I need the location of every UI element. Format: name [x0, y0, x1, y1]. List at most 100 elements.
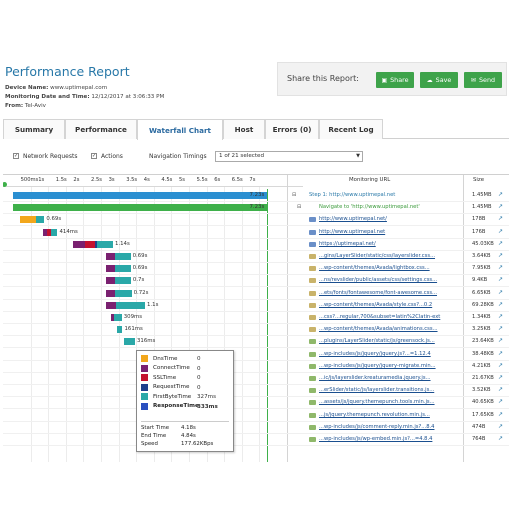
trend-chart-icon[interactable]: ↗ — [498, 215, 503, 222]
navigate-label: Navigate to 'http://www.uptimepal.net' — [319, 204, 420, 211]
tab-summary[interactable]: Summary — [3, 119, 65, 139]
request-url-link[interactable]: ...wp-includes/js/wp-embed.min.js?...=4.… — [319, 436, 432, 442]
trend-chart-icon[interactable]: ↗ — [498, 301, 503, 308]
request-url-link[interactable]: ...erSlider/static/js/layerslider.transi… — [319, 387, 434, 393]
request-timing-segment[interactable] — [115, 289, 132, 297]
tab-performance[interactable]: Performance — [65, 119, 137, 139]
trend-chart-icon[interactable]: ↗ — [498, 411, 503, 418]
request-timing-segment[interactable] — [116, 326, 123, 334]
legend-value: 0 — [197, 384, 201, 391]
request-size: 1.45MB — [472, 204, 492, 211]
trend-chart-icon[interactable]: ↗ — [498, 423, 503, 430]
trend-chart-icon[interactable]: ↗ — [498, 313, 503, 320]
request-timing-segment[interactable] — [96, 240, 113, 248]
request-timing-segment[interactable] — [114, 253, 131, 260]
request-url-link[interactable]: ...ic/js/layerslider.kreaturamedia.jquer… — [319, 375, 431, 381]
request-url-link[interactable]: ...assets/js/jquery.themepunch.tools.min… — [319, 399, 435, 405]
request-size: 7.95KB — [472, 265, 491, 272]
request-timing-segment[interactable] — [106, 265, 115, 273]
request-url-link[interactable]: ...plugins/LayerSlider/static/js/greenso… — [319, 338, 435, 344]
actions-checkbox[interactable]: ✓ — [91, 153, 97, 159]
request-url-link[interactable]: ...js/jquery.themepunch.revolution.min.j… — [319, 412, 430, 418]
trend-chart-icon[interactable]: ↗ — [498, 240, 503, 247]
tab-errors[interactable]: Errors (0) — [265, 119, 319, 139]
request-url-link[interactable]: ...wp-includes/js/comment-reply.min.js?.… — [319, 424, 434, 430]
trend-chart-icon[interactable]: ↗ — [498, 350, 503, 357]
expand-icon[interactable]: ⊟ — [297, 204, 301, 210]
script-icon — [309, 363, 316, 369]
request-url-link[interactable]: ...wp-includes/js/jquery/jquery.js?...=1… — [319, 351, 431, 357]
request-size: 3.52KB — [472, 387, 491, 394]
request-timing-segment[interactable] — [114, 277, 131, 285]
bar-duration-label: 0.69s — [132, 265, 148, 272]
tooltip-legend-item: FirstByteTime — [141, 393, 191, 400]
trend-chart-icon[interactable]: ↗ — [498, 228, 503, 235]
step-timing-bar[interactable] — [13, 192, 268, 199]
request-size: 3.25KB — [472, 326, 491, 333]
trend-chart-icon[interactable]: ↗ — [498, 337, 503, 344]
request-timing-segment[interactable] — [84, 240, 95, 248]
navigate-timing-bar[interactable] — [13, 204, 268, 212]
request-url-link[interactable]: ...wp-includes/js/jquery/jquery-migrate.… — [319, 363, 436, 369]
tab-recent-log[interactable]: Recent Log — [319, 119, 383, 139]
request-timing-segment[interactable] — [114, 265, 131, 273]
network-requests-checkbox[interactable]: ✓ — [13, 153, 19, 159]
request-timing-segment[interactable] — [20, 216, 36, 224]
stylesheet-icon — [309, 278, 316, 284]
trend-chart-icon[interactable]: ↗ — [498, 276, 503, 283]
time-tick-label: 3.5s — [126, 177, 138, 183]
share-button[interactable]: ▣ Share — [376, 72, 414, 88]
row-divider — [3, 335, 509, 337]
bar-duration-label: 161ms — [124, 326, 143, 333]
request-timing-segment[interactable] — [113, 314, 122, 321]
request-timing-segment[interactable] — [106, 253, 115, 260]
request-url-link[interactable]: ...wp-content/themes/Avada/animations.cs… — [319, 326, 438, 332]
request-timing-segment[interactable] — [35, 216, 45, 224]
expand-icon[interactable]: ⊟ — [292, 192, 296, 198]
trend-chart-icon[interactable]: ↗ — [498, 191, 503, 198]
request-timing-segment[interactable] — [72, 240, 85, 248]
stylesheet-icon — [309, 302, 316, 308]
navigation-timings-label: Navigation Timings — [149, 153, 207, 160]
trend-chart-icon[interactable]: ↗ — [498, 362, 503, 369]
trend-chart-icon[interactable]: ↗ — [498, 398, 503, 405]
request-timing-segment[interactable] — [106, 301, 116, 309]
request-size: 6.65KB — [472, 289, 491, 296]
request-timing-segment[interactable] — [106, 277, 115, 285]
tab-host[interactable]: Host — [223, 119, 265, 139]
request-url-link[interactable]: ...wp-content/themes/Avada/style.css?...… — [319, 302, 432, 308]
request-timing-segment[interactable] — [123, 338, 135, 346]
bar-duration-label: 7.23s — [249, 192, 265, 198]
request-url-link[interactable]: ...gins/LayerSlider/static/css/layerslid… — [319, 253, 435, 259]
trend-chart-icon[interactable]: ↗ — [498, 435, 503, 442]
request-timing-segment[interactable] — [115, 301, 145, 309]
legend-swatch — [141, 402, 148, 410]
row-divider — [3, 298, 509, 300]
time-tick-label: 5s — [179, 177, 186, 183]
envelope-icon: ✉ — [470, 76, 476, 84]
trend-chart-icon[interactable]: ↗ — [498, 325, 503, 332]
request-url-link[interactable]: http://www.uptimepal.net — [319, 229, 385, 235]
trend-chart-icon[interactable]: ↗ — [498, 289, 503, 296]
request-url-link[interactable]: https://uptimepal.net/ — [319, 241, 376, 247]
request-url-link[interactable]: ...ets/fonts/fontawesome/font-awesome.cs… — [319, 290, 437, 296]
request-url-link[interactable]: ...ns/revslider/public/assets/css/settin… — [319, 277, 437, 283]
request-url-link[interactable]: ...css?...regular,700&subset=latin%2Clat… — [319, 314, 440, 320]
time-tick-label: 6s — [214, 177, 221, 183]
actions-label: Actions — [101, 153, 123, 160]
trend-chart-icon[interactable]: ↗ — [498, 203, 503, 210]
request-url-link[interactable]: http://www.uptimepal.net/ — [319, 216, 387, 222]
navigation-timings-select[interactable]: 1 of 21 selected ▼ — [215, 151, 363, 162]
trend-chart-icon[interactable]: ↗ — [498, 252, 503, 259]
request-timing-segment[interactable] — [50, 228, 58, 236]
column-separator — [287, 175, 288, 462]
save-button[interactable]: ☁ Save — [420, 72, 458, 88]
trend-chart-icon[interactable]: ↗ — [498, 386, 503, 393]
trend-chart-icon[interactable]: ↗ — [498, 374, 503, 381]
trend-chart-icon[interactable]: ↗ — [498, 264, 503, 271]
tab-waterfall-chart[interactable]: Waterfall Chart — [137, 119, 223, 140]
request-url-link[interactable]: ...wp-content/themes/Avada/lightbox.css.… — [319, 265, 430, 271]
request-timing-segment[interactable] — [106, 289, 116, 297]
row-divider — [3, 249, 509, 251]
send-button[interactable]: ✉ Send — [464, 72, 502, 88]
